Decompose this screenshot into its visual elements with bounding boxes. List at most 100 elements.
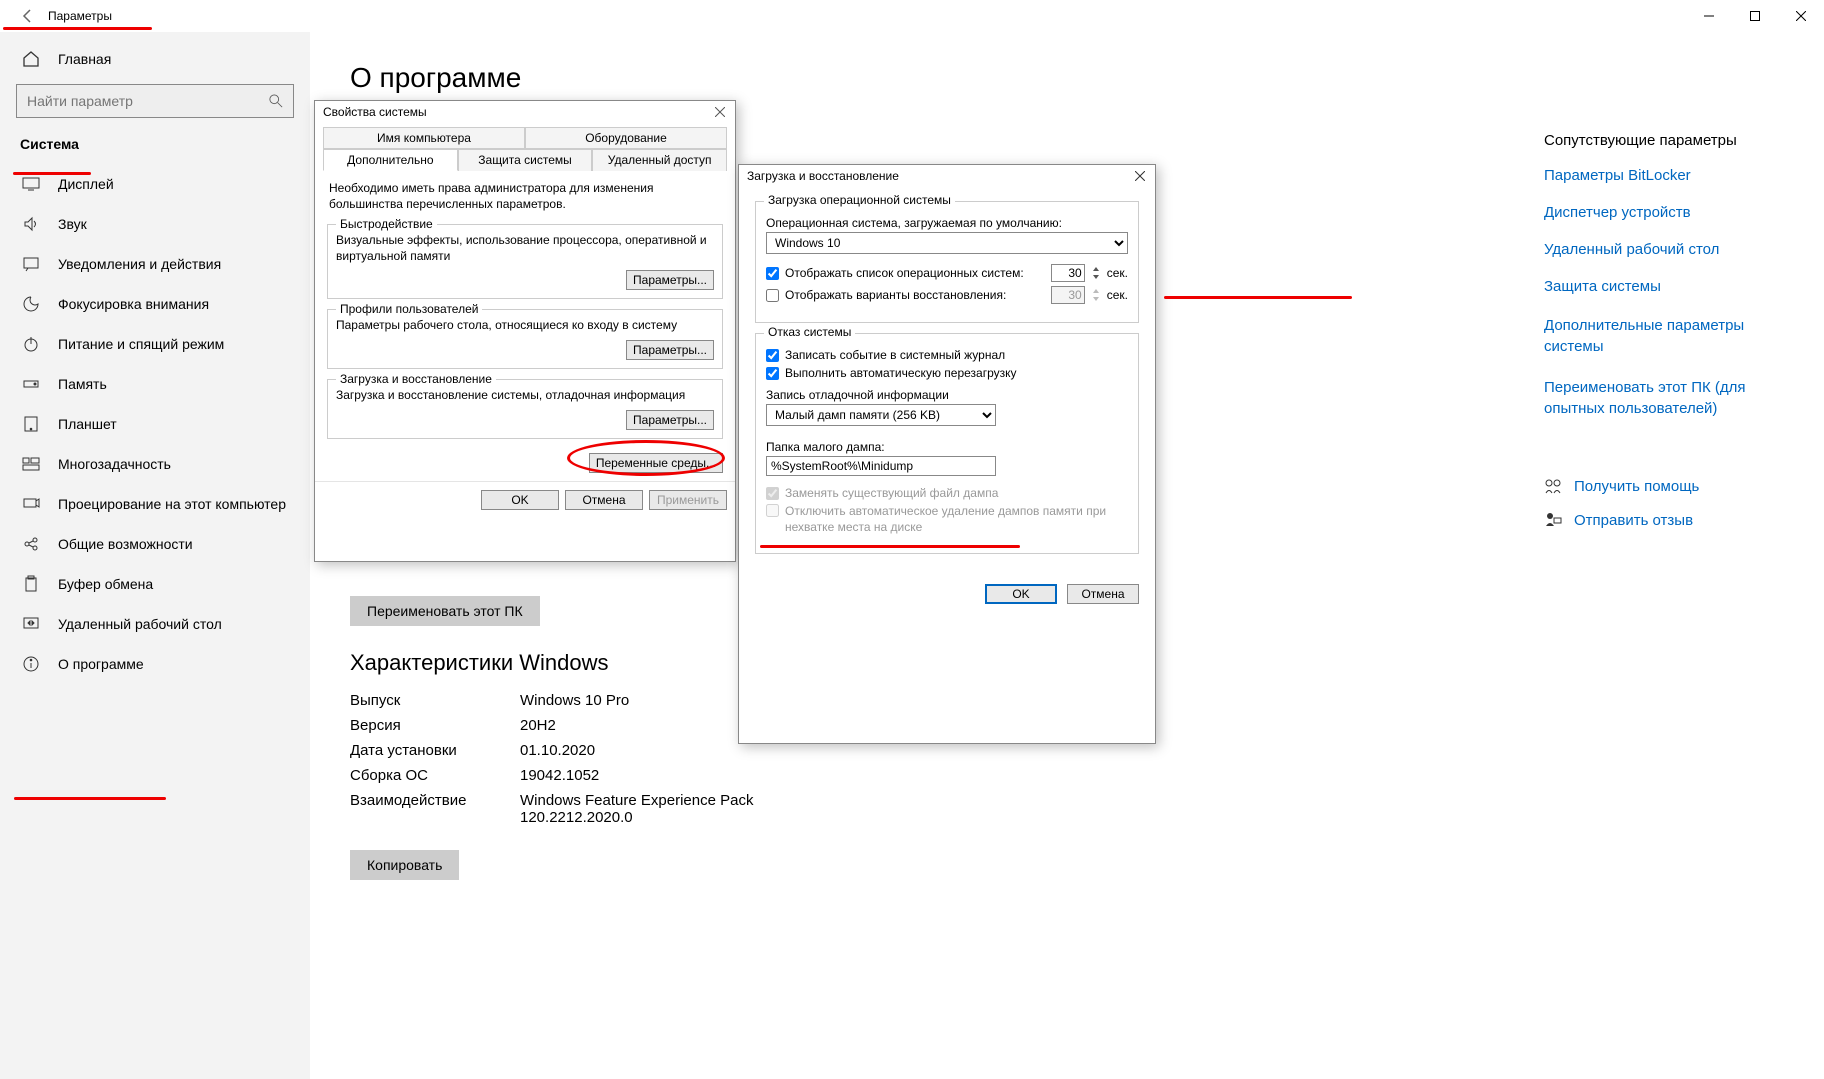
dialog-titlebar: Свойства системы bbox=[315, 101, 735, 123]
fieldset-legend: Быстродействие bbox=[336, 217, 437, 231]
notifications-icon bbox=[22, 255, 40, 273]
startup-recovery-dialog: Загрузка и восстановление Загрузка опера… bbox=[738, 164, 1156, 744]
nav-label: Звук bbox=[58, 216, 87, 232]
tab-hardware[interactable]: Оборудование bbox=[525, 127, 727, 148]
search-box[interactable] bbox=[16, 84, 294, 118]
show-os-list-checkbox[interactable] bbox=[766, 267, 779, 280]
show-os-list-label: Отображать список операционных систем: bbox=[785, 266, 1045, 280]
close-button[interactable] bbox=[1778, 0, 1824, 32]
link-remote-desktop[interactable]: Удаленный рабочий стол bbox=[1544, 241, 1784, 258]
startup-fieldset: Загрузка и восстановление Загрузка и вос… bbox=[327, 379, 723, 439]
recovery-seconds-input bbox=[1051, 286, 1085, 304]
nav-tablet[interactable]: Планшет bbox=[0, 404, 310, 444]
tab-advanced[interactable]: Дополнительно bbox=[323, 149, 458, 171]
auto-restart-checkbox[interactable] bbox=[766, 367, 779, 380]
nav-projecting[interactable]: Проецирование на этот компьютер bbox=[0, 484, 310, 524]
show-recovery-label: Отображать варианты восстановления: bbox=[785, 288, 1045, 302]
link-rename-advanced[interactable]: Переименовать этот ПК (для опытных польз… bbox=[1544, 377, 1784, 419]
write-event-checkbox[interactable] bbox=[766, 349, 779, 362]
storage-icon bbox=[22, 375, 40, 393]
disable-autodelete-checkbox bbox=[766, 504, 779, 517]
close-icon[interactable] bbox=[1133, 169, 1147, 183]
nav-label: Общие возможности bbox=[58, 536, 193, 552]
default-os-label: Операционная система, загружаемая по умо… bbox=[766, 216, 1128, 230]
replace-dump-label: Заменять существующий файл дампа bbox=[785, 486, 998, 500]
link-system-protection[interactable]: Защита системы bbox=[1544, 278, 1784, 295]
tab-remote[interactable]: Удаленный доступ bbox=[592, 149, 727, 171]
ok-button[interactable]: OK bbox=[985, 584, 1057, 604]
window-title: Параметры bbox=[48, 9, 112, 23]
nav-remote[interactable]: Удаленный рабочий стол bbox=[0, 604, 310, 644]
nav-storage[interactable]: Память bbox=[0, 364, 310, 404]
power-icon bbox=[22, 335, 40, 353]
profiles-settings-button[interactable]: Параметры... bbox=[626, 340, 714, 360]
spec-row: ВзаимодействиеWindows Feature Experience… bbox=[350, 788, 780, 830]
nav-label: Удаленный рабочий стол bbox=[58, 616, 222, 632]
remote-icon bbox=[22, 615, 40, 633]
nav-notifications[interactable]: Уведомления и действия bbox=[0, 244, 310, 284]
show-recovery-checkbox[interactable] bbox=[766, 289, 779, 302]
spinner-buttons bbox=[1091, 286, 1101, 304]
nav-label: Фокусировка внимания bbox=[58, 296, 209, 312]
nav-sound[interactable]: Звук bbox=[0, 204, 310, 244]
cancel-button[interactable]: Отмена bbox=[1067, 584, 1139, 604]
spec-value: Windows Feature Experience Pack 120.2212… bbox=[520, 792, 780, 826]
link-bitlocker[interactable]: Параметры BitLocker bbox=[1544, 167, 1784, 184]
debug-info-select[interactable]: Малый дамп памяти (256 KB) bbox=[766, 404, 996, 426]
nav-list: Дисплей Звук Уведомления и действия Фоку… bbox=[0, 164, 310, 684]
titlebar: Параметры bbox=[0, 0, 1824, 32]
cancel-button[interactable]: Отмена bbox=[565, 490, 643, 510]
maximize-button[interactable] bbox=[1732, 0, 1778, 32]
feedback-label: Отправить отзыв bbox=[1574, 512, 1693, 529]
startup-settings-button[interactable]: Параметры... bbox=[626, 410, 714, 430]
spinner-buttons[interactable] bbox=[1091, 264, 1101, 282]
nav-shared[interactable]: Общие возможности bbox=[0, 524, 310, 564]
rename-pc-button[interactable]: Переименовать этот ПК bbox=[350, 596, 540, 626]
fieldset-legend: Профили пользователей bbox=[336, 302, 482, 316]
nav-display[interactable]: Дисплей bbox=[0, 164, 310, 204]
search-input[interactable] bbox=[27, 93, 269, 109]
nav-power[interactable]: Питание и спящий режим bbox=[0, 324, 310, 364]
apply-button[interactable]: Применить bbox=[649, 490, 727, 510]
nav-multitask[interactable]: Многозадачность bbox=[0, 444, 310, 484]
ok-button[interactable]: OK bbox=[481, 490, 559, 510]
performance-fieldset: Быстродействие Визуальные эффекты, испол… bbox=[327, 224, 723, 299]
spec-row: Версия20H2 bbox=[350, 713, 780, 738]
nav-label: Питание и спящий режим bbox=[58, 336, 224, 352]
tab-computer-name[interactable]: Имя компьютера bbox=[323, 127, 525, 148]
dump-folder-input[interactable] bbox=[766, 456, 996, 476]
seconds-label: сек. bbox=[1107, 288, 1128, 302]
spec-value: Windows 10 Pro bbox=[520, 692, 629, 709]
os-list-seconds-input[interactable] bbox=[1051, 264, 1085, 282]
get-help-link[interactable]: Получить помощь bbox=[1544, 477, 1784, 495]
nav-label: Планшет bbox=[58, 416, 117, 432]
system-failure-group: Отказ системы Записать событие в системн… bbox=[755, 333, 1139, 554]
tab-strip-top: Имя компьютера Оборудование bbox=[323, 127, 727, 149]
link-advanced-system[interactable]: Дополнительные параметры системы bbox=[1544, 315, 1784, 357]
disable-autodelete-label: Отключить автоматическое удаление дампов… bbox=[785, 504, 1128, 535]
back-arrow-icon[interactable] bbox=[20, 8, 36, 24]
debug-info-label: Запись отладочной информации bbox=[766, 388, 1128, 402]
nav-label: Буфер обмена bbox=[58, 576, 153, 592]
performance-settings-button[interactable]: Параметры... bbox=[626, 270, 714, 290]
tab-system-protection[interactable]: Защита системы bbox=[458, 149, 593, 171]
focus-icon bbox=[22, 295, 40, 313]
default-os-select[interactable]: Windows 10 bbox=[766, 232, 1128, 254]
copy-button[interactable]: Копировать bbox=[350, 850, 459, 880]
dialog-title: Свойства системы bbox=[323, 105, 427, 119]
close-icon[interactable] bbox=[713, 105, 727, 119]
nav-focus[interactable]: Фокусировка внимания bbox=[0, 284, 310, 324]
nav-label: Память bbox=[58, 376, 107, 392]
write-event-label: Записать событие в системный журнал bbox=[785, 348, 1005, 362]
annotation-underline bbox=[760, 545, 1020, 548]
sidebar-home[interactable]: Главная bbox=[0, 40, 310, 84]
feedback-icon bbox=[1544, 511, 1562, 529]
minimize-button[interactable] bbox=[1686, 0, 1732, 32]
nav-about[interactable]: О программе bbox=[0, 644, 310, 684]
send-feedback-link[interactable]: Отправить отзыв bbox=[1544, 511, 1784, 529]
link-device-manager[interactable]: Диспетчер устройств bbox=[1544, 204, 1784, 221]
spec-value: 01.10.2020 bbox=[520, 742, 595, 759]
spec-label: Сборка ОС bbox=[350, 767, 520, 784]
shared-icon bbox=[22, 535, 40, 553]
nav-clipboard[interactable]: Буфер обмена bbox=[0, 564, 310, 604]
